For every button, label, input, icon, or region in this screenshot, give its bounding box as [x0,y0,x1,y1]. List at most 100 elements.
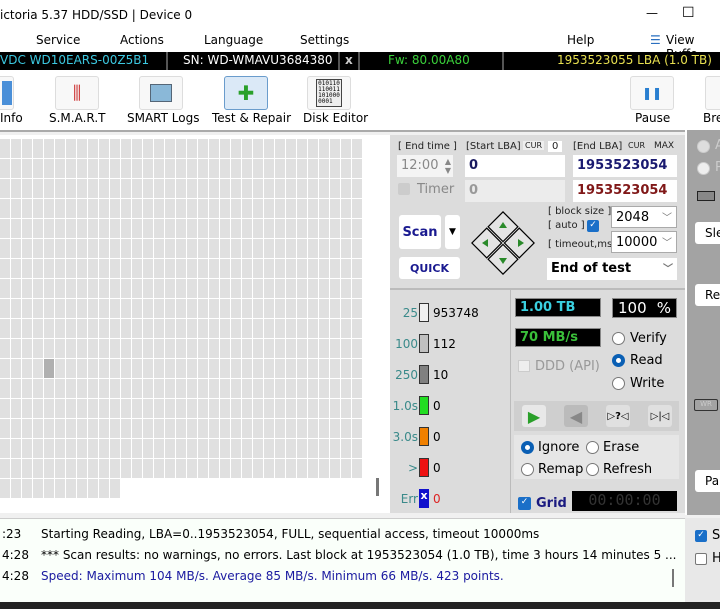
scan-block [264,439,274,458]
test-repair-label[interactable]: Test & Repair [212,111,291,125]
scan-dropdown-button[interactable]: ▼ [445,215,460,249]
verify-label[interactable]: Verify [630,331,667,346]
disk-editor-button[interactable]: 010110 110011 101000 0001 [307,76,351,110]
scan-block [11,419,21,438]
direction-pad[interactable] [469,209,537,277]
scan-block [121,159,131,178]
quick-button[interactable]: QUICK [399,257,460,279]
play-backward-button[interactable]: ◀ [564,405,588,427]
scrollbar-thumb[interactable] [376,478,379,496]
remap-radio[interactable] [521,463,534,476]
menu-help[interactable]: Help [567,33,594,47]
info-button[interactable] [0,76,14,110]
direction-controls: ▶ ◀ ▷?◁ ▷|◁ [514,401,679,431]
close-device-button[interactable]: x [345,53,353,67]
read-radio[interactable] [612,354,625,367]
write-label[interactable]: Write [630,376,664,391]
ddd-checkbox[interactable] [518,360,530,372]
ignore-radio[interactable] [521,441,534,454]
passport-button[interactable]: Pa [695,470,720,492]
scan-block [264,199,274,218]
log-option-checkbox-h[interactable] [695,553,707,565]
scan-block [22,399,32,418]
pause-label[interactable]: Pause [635,111,670,125]
legend-swatch [419,458,429,477]
scan-block [77,239,87,258]
scan-block [286,419,296,438]
scan-block [121,319,131,338]
menu-language[interactable]: Language [204,33,263,47]
scan-block [33,399,43,418]
end-lba-input[interactable]: 1953523054 [573,155,677,177]
break-button[interactable] [705,76,720,110]
start-lba-input[interactable]: 0 [465,155,565,177]
smart-logs-button[interactable] [139,76,183,110]
smart-label[interactable]: S.M.A.R.T [49,111,105,125]
end-time-input[interactable]: 12:00 ▲ ▼ [397,155,453,177]
scan-block [297,339,307,358]
refresh-label[interactable]: Refresh [603,462,652,477]
pause-button[interactable]: ❚❚ [630,76,674,110]
scan-block [99,339,109,358]
scan-block [231,439,241,458]
block-size-select[interactable]: 2048 ﹀ [611,206,677,228]
verify-radio[interactable] [612,332,625,345]
scan-block [77,199,87,218]
maximize-button[interactable]: ☐ [682,5,695,21]
scan-block [264,219,274,238]
timer-checkbox[interactable] [398,183,410,195]
ignore-label[interactable]: Ignore [538,440,579,455]
scan-block [286,259,296,278]
scan-block [220,159,230,178]
remap-label[interactable]: Remap [538,462,583,477]
scan-block [11,399,21,418]
right-radio-p[interactable] [697,162,710,175]
erase-label[interactable]: Erase [603,440,639,455]
scan-block [253,199,263,218]
grid-checkbox[interactable]: ✓ [518,497,531,510]
minimize-button[interactable]: — [646,6,658,20]
device-serial: SN: WD-WMAVU3684380 [183,53,333,67]
menu-actions[interactable]: Actions [120,33,164,47]
scan-block [264,359,274,378]
smart-logs-label[interactable]: SMART Logs [127,111,199,125]
play-forward-button[interactable]: ▶ [522,405,546,427]
timeout-select[interactable]: 10000 ﹀ [611,231,677,253]
auto-checkbox[interactable]: ✓ [587,220,599,232]
end-cur-button[interactable]: CUR [628,141,645,150]
grid-label[interactable]: Grid [536,496,567,511]
test-repair-button[interactable]: ✚ [224,76,268,110]
refresh-radio[interactable] [586,463,599,476]
end-max-button[interactable]: MAX [654,141,674,151]
scan-block [352,179,362,198]
break-label[interactable]: Bre [703,111,720,125]
smart-button[interactable]: ⫼ [55,76,99,110]
log-scrollbar[interactable] [672,569,674,587]
read-label[interactable]: Read [630,353,663,368]
write-radio[interactable] [612,377,625,390]
log-option-checkbox-s[interactable]: ✓ [695,530,707,542]
scan-block [99,419,109,438]
scan-block [165,279,175,298]
sleep-button[interactable]: Sle [695,222,720,244]
menu-service[interactable]: Service [36,33,80,47]
start-cur-button[interactable]: CUR [523,141,544,150]
disk-editor-label[interactable]: Disk Editor [303,111,368,125]
ddd-label: DDD (API) [535,359,600,374]
recall-button[interactable]: Re [695,284,720,306]
end-action-select[interactable]: End of test ﹀ [547,258,677,280]
scan-block [231,219,241,238]
scan-block [77,419,87,438]
random-button[interactable]: ▷?◁ [606,405,630,427]
scan-block [330,139,340,158]
butterfly-button[interactable]: ▷|◁ [648,405,672,427]
end-lba-secondary[interactable]: 1953523054 [573,180,677,202]
scan-block [209,459,219,478]
menu-settings[interactable]: Settings [300,33,349,47]
info-label[interactable]: Info [0,111,23,125]
scan-block [22,239,32,258]
scan-block [110,179,120,198]
right-radio-a[interactable] [697,140,710,153]
erase-radio[interactable] [586,441,599,454]
scan-button[interactable]: Scan [399,215,441,249]
